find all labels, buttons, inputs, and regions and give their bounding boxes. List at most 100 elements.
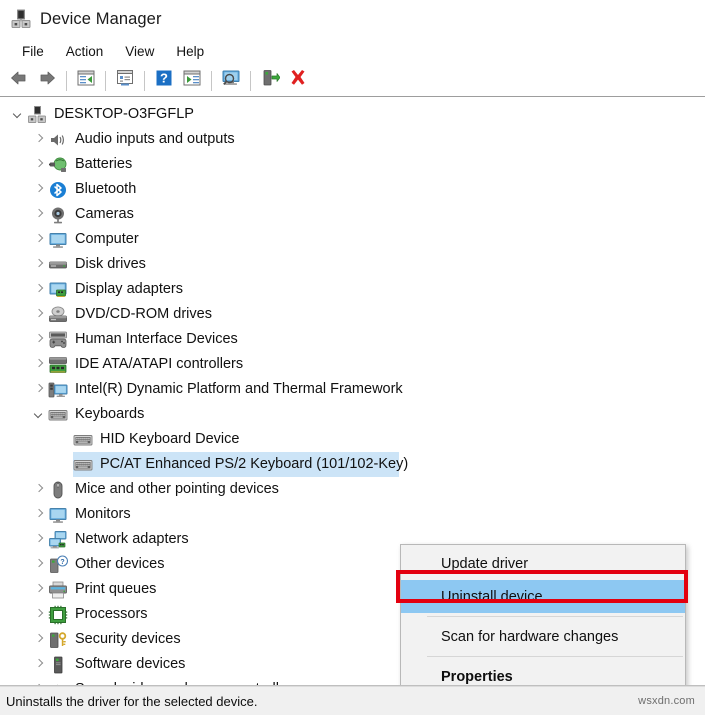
hid-icon bbox=[48, 330, 68, 350]
speaker-icon bbox=[48, 130, 68, 150]
tree-node-display-adapters[interactable]: Display adapters bbox=[0, 277, 705, 302]
show-hide-console-tree-icon bbox=[76, 69, 96, 92]
tree-node-bluetooth[interactable]: Bluetooth bbox=[0, 177, 705, 202]
tree-node-label: DVD/CD-ROM drives bbox=[75, 306, 212, 322]
toolbar-update-driver[interactable] bbox=[256, 68, 284, 94]
tree-node-label: Computer bbox=[75, 231, 139, 247]
tree-node-hid-keyboard-device[interactable]: HID Keyboard Device bbox=[0, 427, 705, 452]
chevron-right-icon[interactable] bbox=[31, 677, 48, 685]
chevron-right-icon[interactable] bbox=[31, 602, 48, 627]
thermal-framework-icon bbox=[48, 380, 68, 400]
chevron-right-icon[interactable] bbox=[31, 352, 48, 377]
tree-node-label: Disk drives bbox=[75, 256, 146, 272]
show-hide-action-pane-icon bbox=[182, 69, 202, 92]
tree-node-label: HID Keyboard Device bbox=[100, 431, 240, 447]
tree-node-root[interactable]: DESKTOP-O3FGFLP bbox=[0, 102, 705, 127]
svg-text:?: ? bbox=[160, 71, 168, 86]
ide-controller-icon bbox=[48, 355, 68, 375]
menu-help[interactable]: Help bbox=[165, 42, 215, 62]
chevron-right-icon[interactable] bbox=[31, 302, 48, 327]
chevron-right-icon[interactable] bbox=[31, 552, 48, 577]
chevron-right-icon[interactable] bbox=[31, 502, 48, 527]
toolbar-scan-hardware[interactable] bbox=[217, 68, 245, 94]
chevron-down-icon[interactable] bbox=[31, 402, 48, 427]
display-adapter-icon bbox=[48, 280, 68, 300]
device-tree-panel[interactable]: DESKTOP-O3FGFLP Audio inputs and outputs bbox=[0, 97, 705, 686]
security-device-icon bbox=[48, 630, 68, 650]
tree-node-computer[interactable]: Computer bbox=[0, 227, 705, 252]
processor-icon bbox=[48, 605, 68, 625]
toolbar-properties[interactable] bbox=[111, 68, 139, 94]
context-menu-separator bbox=[427, 616, 683, 617]
chevron-right-icon[interactable] bbox=[31, 627, 48, 652]
tree-node-label: Audio inputs and outputs bbox=[75, 131, 235, 147]
ctx-uninstall-device[interactable]: Uninstall device bbox=[401, 580, 685, 613]
chevron-right-icon[interactable] bbox=[31, 377, 48, 402]
chevron-right-icon[interactable] bbox=[31, 477, 48, 502]
device-manager-window: Device Manager File Action View Help ? D… bbox=[0, 0, 705, 715]
tree-node-label: Batteries bbox=[75, 156, 133, 172]
tree-node-keyboards[interactable]: Keyboards bbox=[0, 402, 705, 427]
chevron-right-icon[interactable] bbox=[31, 127, 48, 152]
keyboard-icon bbox=[48, 405, 68, 425]
tree-node-thermal-framework[interactable]: Intel(R) Dynamic Platform and Thermal Fr… bbox=[0, 377, 705, 402]
toolbar-forward[interactable] bbox=[33, 68, 61, 94]
tree-node-audio[interactable]: Audio inputs and outputs bbox=[0, 127, 705, 152]
tree-node-cameras[interactable]: Cameras bbox=[0, 202, 705, 227]
network-adapter-icon bbox=[48, 530, 68, 550]
toolbar-console-tree[interactable] bbox=[72, 68, 100, 94]
toolbar-action-pane[interactable] bbox=[178, 68, 206, 94]
tree-node-batteries[interactable]: Batteries bbox=[0, 152, 705, 177]
toolbar-back[interactable] bbox=[5, 68, 33, 94]
chevron-right-icon[interactable] bbox=[31, 152, 48, 177]
tree-node-label: PC/AT Enhanced PS/2 Keyboard (101/102-Ke… bbox=[100, 456, 409, 472]
ctx-update-driver[interactable]: Update driver bbox=[401, 547, 685, 580]
chevron-right-icon[interactable] bbox=[31, 577, 48, 602]
tree-node-dvd-drives[interactable]: DVD/CD-ROM drives bbox=[0, 302, 705, 327]
tree-node-label: Cameras bbox=[75, 206, 134, 222]
chevron-right-icon[interactable] bbox=[31, 527, 48, 552]
chevron-right-icon[interactable] bbox=[31, 327, 48, 352]
back-arrow-icon bbox=[9, 70, 29, 91]
computer-root-icon bbox=[27, 105, 47, 125]
camera-icon bbox=[48, 205, 68, 225]
chevron-right-icon[interactable] bbox=[31, 652, 48, 677]
speaker-icon bbox=[48, 680, 68, 685]
tree-node-label: Intel(R) Dynamic Platform and Thermal Fr… bbox=[75, 381, 403, 397]
menu-action[interactable]: Action bbox=[55, 42, 115, 62]
tree-node-label: Monitors bbox=[75, 506, 131, 522]
watermark: wsxdn.com bbox=[638, 695, 695, 707]
chevron-right-icon[interactable] bbox=[31, 202, 48, 227]
ctx-scan-hardware-changes[interactable]: Scan for hardware changes bbox=[401, 620, 685, 653]
forward-arrow-icon bbox=[37, 70, 57, 91]
chevron-right-icon[interactable] bbox=[31, 177, 48, 202]
ctx-properties[interactable]: Properties bbox=[401, 660, 685, 685]
context-menu[interactable]: Update driver Uninstall device Scan for … bbox=[400, 544, 686, 685]
tree-node-disk-drives[interactable]: Disk drives bbox=[0, 252, 705, 277]
tree-node-pcat-keyboard[interactable]: PC/AT Enhanced PS/2 Keyboard (101/102-Ke… bbox=[0, 452, 705, 477]
ctx-item-label: Properties bbox=[441, 668, 513, 685]
tree-node-label: Human Interface Devices bbox=[75, 331, 238, 347]
toolbar-help[interactable]: ? bbox=[150, 68, 178, 94]
toolbar-separator bbox=[211, 70, 212, 91]
chevron-right-icon[interactable] bbox=[31, 277, 48, 302]
menu-file[interactable]: File bbox=[11, 42, 55, 62]
context-menu-separator bbox=[427, 656, 683, 657]
tree-node-mice[interactable]: Mice and other pointing devices bbox=[0, 477, 705, 502]
window-title: Device Manager bbox=[40, 9, 162, 28]
tree-node-label: Keyboards bbox=[75, 406, 145, 422]
chevron-right-icon[interactable] bbox=[31, 227, 48, 252]
tree-node-monitors[interactable]: Monitors bbox=[0, 502, 705, 527]
tree-node-label: Print queues bbox=[75, 581, 157, 597]
menu-view[interactable]: View bbox=[114, 42, 165, 62]
tree-node-hid[interactable]: Human Interface Devices bbox=[0, 327, 705, 352]
tree-node-label: Bluetooth bbox=[75, 181, 137, 197]
chevron-down-icon[interactable] bbox=[10, 102, 27, 127]
toolbar-uninstall-device[interactable] bbox=[284, 68, 312, 94]
help-icon: ? bbox=[155, 69, 173, 92]
toolbar-separator bbox=[105, 70, 106, 91]
battery-icon bbox=[48, 155, 68, 175]
tree-node-ide-controllers[interactable]: IDE ATA/ATAPI controllers bbox=[0, 352, 705, 377]
disk-drive-icon bbox=[48, 255, 68, 275]
chevron-right-icon[interactable] bbox=[31, 252, 48, 277]
